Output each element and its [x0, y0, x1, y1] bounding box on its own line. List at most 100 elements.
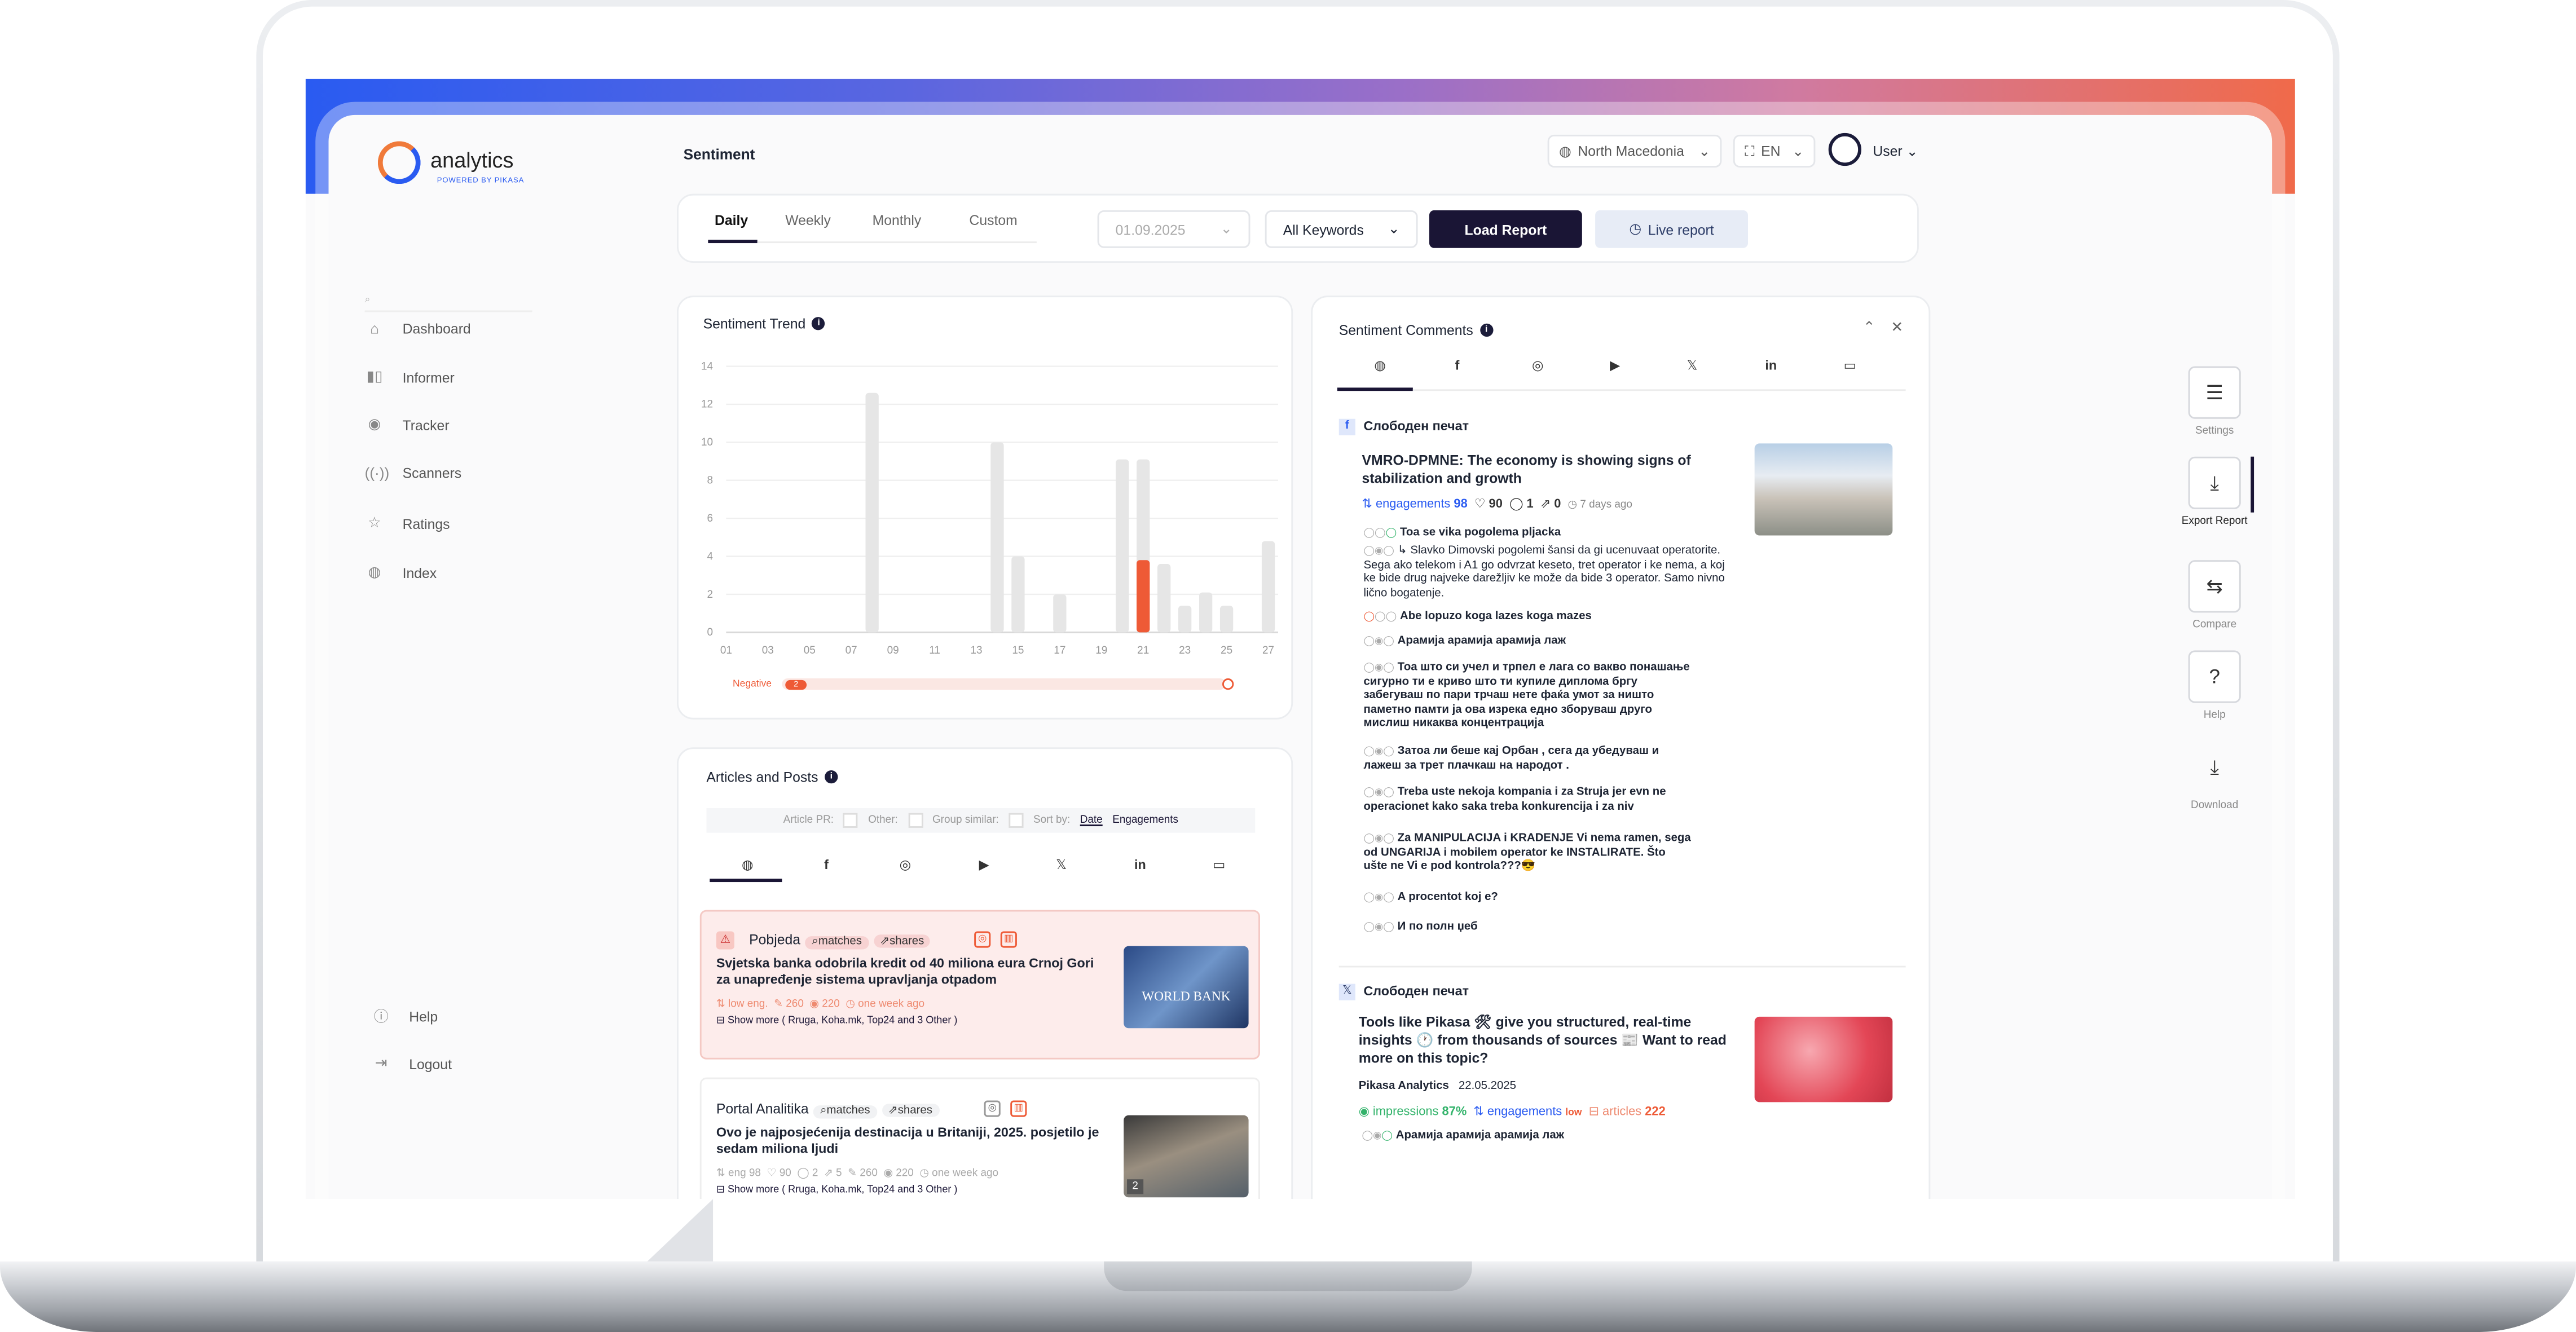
linkedin-icon[interactable]: in [1125, 857, 1155, 872]
comment-item[interactable]: ◯◉◯ Treba uste nekoja kompania i za Struj… [1363, 787, 1692, 815]
bar-total-20[interactable] [1116, 459, 1129, 633]
tab-weekly[interactable]: Weekly [785, 212, 831, 228]
instagram-icon[interactable]: ◎ [984, 1100, 1001, 1117]
article-title[interactable]: Svjetska banka odobrila kredit od 40 mil… [716, 956, 1111, 989]
other-checkbox[interactable] [908, 813, 923, 828]
shares-tag[interactable]: ⇗shares [881, 1104, 939, 1117]
tab-daily[interactable]: Daily [715, 212, 748, 228]
sidebar-help[interactable]: ⓘ Help [371, 1005, 438, 1027]
info-icon[interactable]: i [1479, 323, 1493, 337]
post-title[interactable]: Tools like Pikasa 🛠 give you structured,… [1359, 1013, 1740, 1068]
instagram-icon[interactable]: ◎ [1523, 358, 1552, 373]
sidebar-item-ratings[interactable]: ☆ Ratings [365, 514, 450, 532]
comment-reply[interactable]: ◯◉◯ ↳ Slavko Dimovski pogolemi šansi da g… [1363, 545, 1728, 602]
sentiment-icons[interactable]: ◯◉◯ [1363, 637, 1394, 647]
sidebar-item-tracker[interactable]: ◉ Tracker [365, 416, 450, 434]
bar-total-17[interactable] [1053, 594, 1067, 633]
collapse-icon[interactable]: ⌃ [1863, 319, 1875, 337]
facebook-icon[interactable]: f [812, 857, 841, 872]
tab-custom[interactable]: Custom [969, 212, 1017, 228]
comment-item[interactable]: ◯◉◯ Арамија арамија арамија лаж [1362, 1130, 1756, 1144]
comment-item[interactable]: ◯◯◯ Abe lopuzo koga lazes koga mazes [1363, 611, 1692, 625]
info-icon[interactable]: i [812, 317, 826, 330]
tab-monthly[interactable]: Monthly [873, 212, 922, 228]
comment-item[interactable]: ◯◉◯ A procentot koj e? [1363, 892, 1692, 906]
country-select[interactable]: ◍ North Macedonia ⌄ [1547, 134, 1722, 168]
sentiment-icons[interactable]: ◯◉◯ [1363, 893, 1394, 903]
sentiment-icons[interactable]: ◯◯◯ [1363, 612, 1397, 622]
sentiment-icons[interactable]: ◯◉◯ [1363, 664, 1394, 673]
youtube-icon[interactable]: ▶ [1600, 358, 1630, 373]
export-report-tool[interactable]: ⤓ Export Report [2172, 456, 2257, 527]
sentiment-icons[interactable]: ◯◉◯ [1363, 547, 1394, 557]
linkedin-icon[interactable]: in [1756, 358, 1786, 373]
language-select[interactable]: ⛶ EN ⌄ [1733, 134, 1816, 168]
article-pr-checkbox[interactable] [843, 813, 858, 828]
comment-item[interactable]: ◯◉◯ Арамија арамија арамија лаж [1363, 636, 1692, 650]
web-filter-icon[interactable]: ◍ [733, 857, 762, 872]
sentiment-icons[interactable]: ◯◉◯ [1363, 835, 1394, 844]
post-title[interactable]: VMRO-DPMNE: The economy is showing signs… [1362, 452, 1737, 486]
sentiment-icons[interactable]: ◯◉◯ [1363, 788, 1394, 798]
sidebar-logout[interactable]: ⇥ Logout [371, 1055, 452, 1073]
web-filter-icon[interactable]: ◍ [1365, 358, 1394, 373]
bar-total-23[interactable] [1178, 606, 1192, 633]
comment-item[interactable]: ◯◉◯ Za MANIPULACIJA i KRADENJE Vi nema ra… [1363, 833, 1692, 875]
show-more-link[interactable]: ⊟ Show more ( Rruga, Koha.mk, Top24 and … [716, 1184, 958, 1196]
sidebar-item-informer[interactable]: ▮▯ Informer [365, 368, 455, 386]
matches-tag[interactable]: ⌕matches [805, 936, 869, 950]
bar-total-24[interactable] [1199, 592, 1213, 633]
compare-tool[interactable]: ⇆ Compare [2172, 560, 2257, 630]
sentiment-icons[interactable]: ◯◉◯ [1363, 923, 1394, 933]
youtube-icon[interactable]: ▶ [969, 857, 998, 872]
info-icon[interactable]: i [825, 770, 838, 784]
sort-date-link[interactable]: Date [1080, 815, 1103, 826]
settings-tool[interactable]: ☰ Settings [2172, 366, 2257, 437]
sentiment-icons[interactable]: ◯◉◯ [1362, 1132, 1393, 1141]
comment-item[interactable]: ◯◯◯ Toa se vika pogolema pljacka [1363, 527, 1692, 541]
sentiment-icons[interactable]: ◯◉◯ [1363, 747, 1394, 757]
delete-icon[interactable]: ▥ [1010, 1100, 1027, 1117]
bar-total-15[interactable] [1011, 556, 1025, 633]
article-title[interactable]: Ovo je najposjećenija destinacija u Brit… [716, 1125, 1111, 1158]
sidebar-item-index[interactable]: ◍ Index [365, 563, 437, 581]
show-more-link[interactable]: ⊟ Show more ( Rruga, Koha.mk, Top24 and … [716, 1015, 958, 1026]
comment-item[interactable]: ◯◉◯ Тоа што си учел и трпел е лага со вак… [1363, 662, 1692, 733]
bar-Negative-21[interactable] [1137, 560, 1150, 633]
date-picker[interactable]: 01.09.2025 ⌄ [1097, 210, 1250, 248]
sidebar-item-dashboard[interactable]: ⌂ Dashboard [365, 320, 471, 337]
matches-tag[interactable]: ⌕matches [813, 1105, 877, 1119]
load-report-button[interactable]: Load Report [1429, 210, 1582, 248]
x-icon[interactable]: 𝕏 [1046, 857, 1076, 872]
legend-slider-handle[interactable] [1222, 678, 1234, 690]
user-menu[interactable]: User ⌄ [1873, 143, 1918, 161]
delete-icon[interactable]: ▥ [1000, 931, 1017, 948]
instagram-icon[interactable]: ◎ [891, 857, 920, 872]
sentiment-icons[interactable]: ◯◯◯ [1363, 529, 1397, 539]
comment-filter-icon[interactable]: ▭ [1204, 857, 1234, 872]
download-tool[interactable]: ⤓ Download [2172, 741, 2257, 811]
sort-engagements-link[interactable]: Engagements [1112, 815, 1178, 826]
shares-tag[interactable]: ⇗shares [873, 934, 931, 948]
post-thumbnail [1754, 443, 1893, 536]
bar-total-22[interactable] [1157, 564, 1171, 633]
facebook-icon[interactable]: f [1442, 358, 1472, 373]
instagram-icon[interactable]: ◎ [974, 931, 991, 948]
bar-total-08[interactable] [865, 392, 879, 633]
help-tool[interactable]: ? Help [2172, 650, 2257, 721]
bar-total-14[interactable] [990, 442, 1004, 633]
x-icon[interactable]: 𝕏 [1677, 358, 1707, 373]
articles-title: Articles and Posts i [706, 769, 838, 785]
group-similar-checkbox[interactable] [1009, 813, 1024, 828]
close-icon[interactable]: ✕ [1891, 319, 1903, 337]
comment-item[interactable]: ◯◉◯ И по полн џеб [1363, 921, 1692, 936]
bar-total-27[interactable] [1261, 541, 1275, 633]
comment-filter-icon[interactable]: ▭ [1835, 358, 1864, 373]
comment-item[interactable]: ◯◉◯ Затоа ли беше кај Орбан , сега да убе… [1363, 746, 1692, 774]
sidebar-search[interactable]: ⌕ [364, 295, 532, 312]
keywords-select[interactable]: All Keywords ⌄ [1265, 210, 1418, 248]
avatar[interactable] [1828, 133, 1861, 166]
sidebar-item-scanners[interactable]: ((·)) Scanners [365, 465, 462, 481]
bar-total-25[interactable] [1219, 606, 1234, 633]
live-report-button[interactable]: ◷ Live report [1595, 210, 1749, 248]
